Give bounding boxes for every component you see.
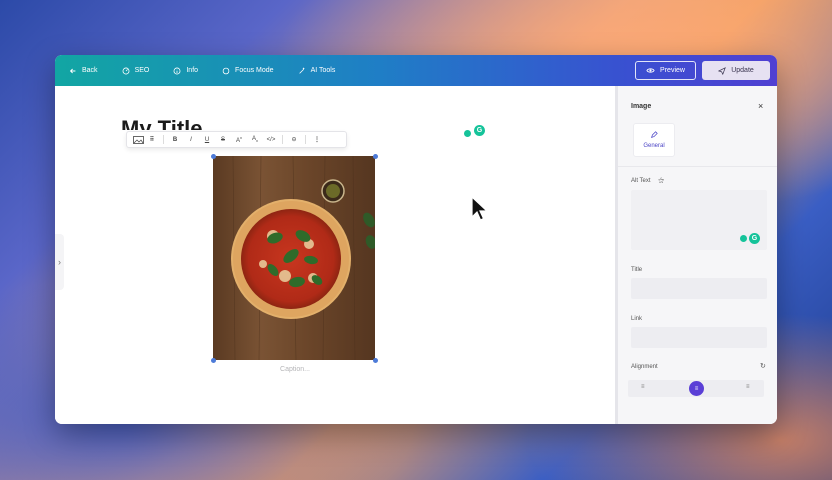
editor-canvas[interactable]: › My Title ⠿ B I U S Ax Ax </> ⊖ ⋮ G Cap… <box>55 86 615 424</box>
arrow-left-icon <box>69 68 76 73</box>
image-block[interactable] <box>213 156 375 360</box>
italic-button[interactable]: I <box>183 137 199 143</box>
close-icon[interactable]: × <box>758 101 763 111</box>
alignment-label: Alignment <box>631 364 658 370</box>
subscript-button[interactable]: Ax <box>247 136 263 143</box>
toolbar-divider <box>282 135 283 144</box>
image-settings-panel: Image × General Alt Text ⚝ G Title Link … <box>615 86 777 424</box>
back-label: Back <box>82 67 98 74</box>
seo-button[interactable]: SEO <box>122 67 150 75</box>
reset-icon[interactable]: ↻ <box>760 362 766 370</box>
alt-text-field[interactable] <box>631 190 767 250</box>
more-options-icon[interactable]: ⋮ <box>309 136 325 143</box>
alignment-control: ≡ ≡ ≡ <box>628 380 764 397</box>
focus-mode-button[interactable]: Focus Mode <box>222 67 274 75</box>
ai-tools-button[interactable]: AI Tools <box>298 67 336 75</box>
seo-label: SEO <box>134 67 150 74</box>
code-button[interactable]: </> <box>263 137 279 143</box>
align-left-icon[interactable]: ≡ <box>641 384 645 390</box>
bold-button[interactable]: B <box>167 137 183 143</box>
link-icon[interactable]: ⊖ <box>286 136 302 143</box>
resize-handle-bottom-left[interactable] <box>211 358 216 363</box>
title-field[interactable] <box>631 278 767 299</box>
resize-handle-top-right[interactable] <box>373 154 378 159</box>
info-button[interactable]: Info <box>173 67 198 75</box>
title-label: Title <box>631 267 643 273</box>
chevron-right-icon: › <box>58 257 61 267</box>
focus-icon <box>222 67 230 74</box>
ai-tools-label: AI Tools <box>310 67 336 74</box>
sidebar-expand-handle[interactable]: › <box>55 234 64 290</box>
toolbar-divider <box>163 135 164 144</box>
alt-text-label: Alt Text ⚝ <box>631 178 664 185</box>
panel-title: Image <box>631 103 652 110</box>
grammarly-icon[interactable]: G <box>474 125 485 136</box>
mouse-cursor-icon <box>471 196 489 221</box>
align-right-icon[interactable]: ≡ <box>746 384 750 390</box>
editor-window: Back SEO Info Focus Mode AI Tools Previe… <box>55 55 777 424</box>
caption-input[interactable]: Caption... <box>260 366 330 373</box>
location-pin-icon <box>740 235 747 242</box>
link-field[interactable] <box>631 327 767 348</box>
pencil-icon <box>651 131 658 138</box>
resize-handle-bottom-right[interactable] <box>373 358 378 363</box>
resize-handle-top-left[interactable] <box>211 154 216 159</box>
preview-button[interactable]: Preview <box>635 61 696 80</box>
panel-divider <box>618 166 777 167</box>
grammarly-icon[interactable]: G <box>749 233 760 244</box>
toolbar-divider <box>305 135 306 144</box>
focus-mode-label: Focus Mode <box>235 67 274 74</box>
tab-general[interactable]: General <box>633 123 675 157</box>
update-button[interactable]: Update <box>702 61 770 80</box>
link-label: Link <box>631 316 643 322</box>
strikethrough-button[interactable]: S <box>215 137 231 143</box>
back-button[interactable]: Back <box>69 67 98 75</box>
eye-icon <box>646 68 655 73</box>
send-icon <box>718 66 727 75</box>
magic-wand-icon[interactable]: ⚝ <box>658 178 664 184</box>
image-icon[interactable] <box>133 135 144 144</box>
top-bar: Back SEO Info Focus Mode AI Tools Previe… <box>55 55 777 86</box>
page-title[interactable]: My Title <box>121 116 203 130</box>
magic-wand-icon <box>298 67 304 74</box>
info-icon <box>173 67 181 74</box>
block-toolbar: ⠿ B I U S Ax Ax </> ⊖ ⋮ <box>126 131 347 148</box>
update-label: Update <box>731 67 754 74</box>
underline-button[interactable]: U <box>199 137 215 143</box>
superscript-button[interactable]: Ax <box>231 135 247 144</box>
info-label: Info <box>186 67 199 74</box>
drag-handle-icon[interactable]: ⠿ <box>144 136 160 143</box>
pizza-image <box>213 156 375 360</box>
alt-text-label-text: Alt Text <box>631 178 651 184</box>
align-center-icon[interactable]: ≡ <box>689 381 704 396</box>
tab-general-label: General <box>643 143 665 149</box>
preview-label: Preview <box>660 67 685 74</box>
gauge-icon <box>122 67 130 74</box>
location-pin-icon <box>464 130 471 137</box>
